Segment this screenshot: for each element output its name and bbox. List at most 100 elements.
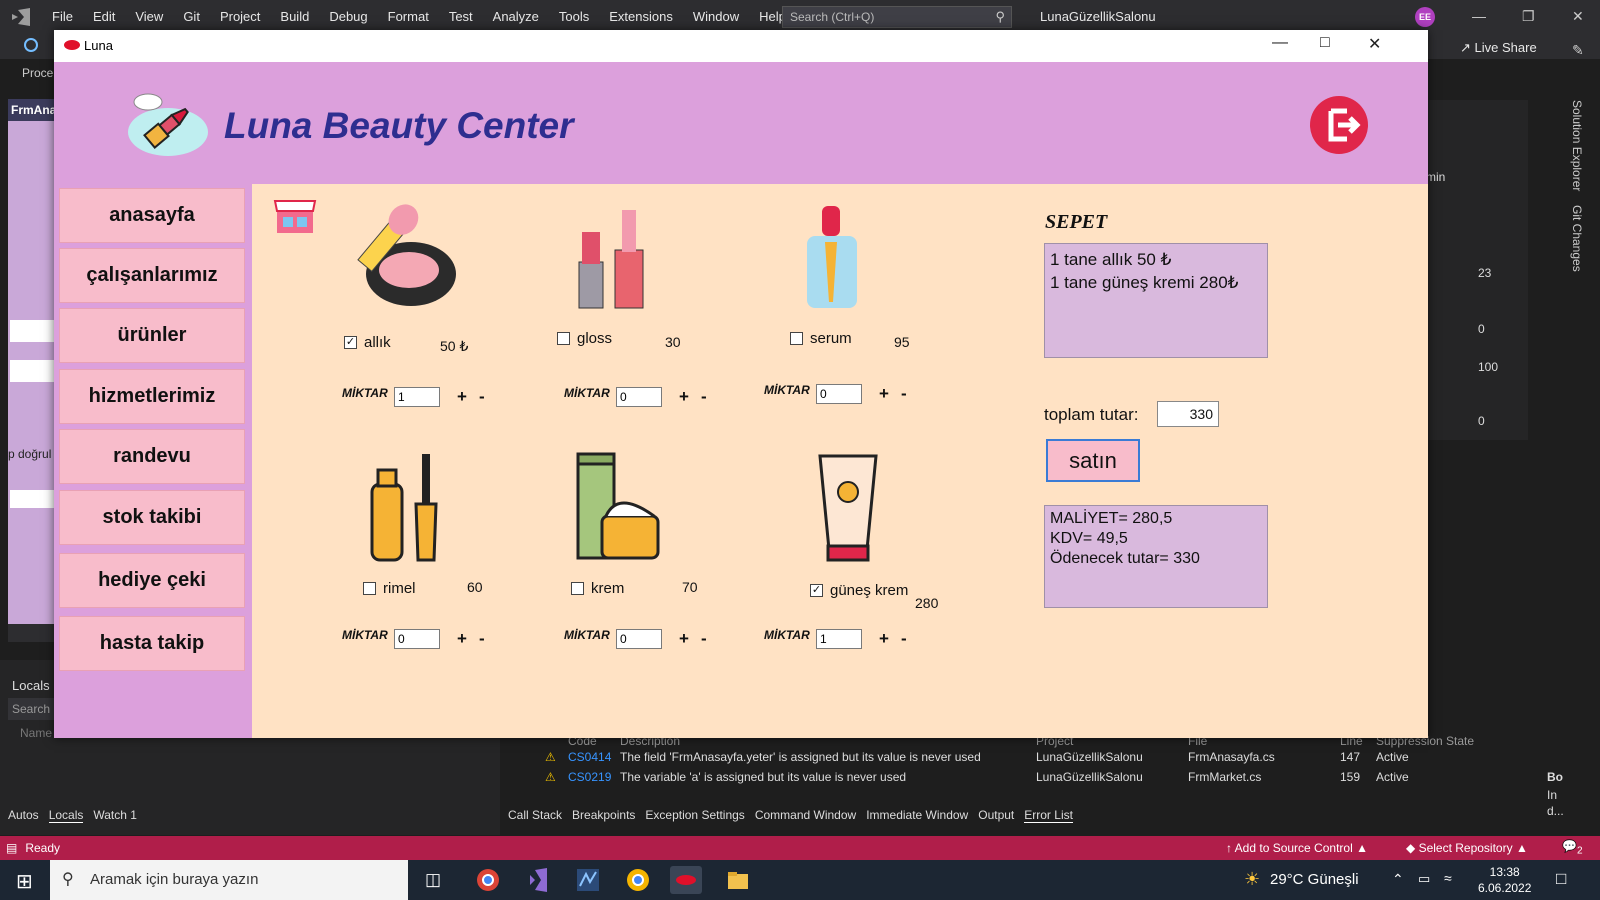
checkbox-krem[interactable] [571,582,584,595]
quantity-input-krem[interactable] [616,629,662,649]
solution-explorer-tab[interactable]: Solution Explorer [1570,100,1584,191]
quantity-input-gloss[interactable] [616,387,662,407]
error-code[interactable]: CS0414 [568,750,611,764]
minus-button[interactable]: - [479,387,485,407]
menu-project[interactable]: Project [210,0,270,33]
product-checkbox-krem[interactable]: krem [571,580,624,597]
tab-error-list[interactable]: Error List [1024,808,1073,823]
menu-file[interactable]: File [42,0,83,33]
menu-test[interactable]: Test [439,0,483,33]
menu-view[interactable]: View [125,0,173,33]
menu-extensions[interactable]: Extensions [599,0,683,33]
taskbar-search-input[interactable]: ⚲ Aramak için buraya yazın [50,860,408,900]
menu-analyze[interactable]: Analyze [483,0,549,33]
wifi-icon[interactable]: ≈ [1444,870,1452,886]
minus-button[interactable]: - [901,384,907,404]
notifications-icon[interactable]: 💬2 [1562,839,1583,856]
menu-tools[interactable]: Tools [549,0,599,33]
error-row[interactable]: ⚠ [545,750,556,764]
minus-button[interactable]: - [479,629,485,649]
designer-tab[interactable]: FrmAna [8,99,54,121]
nav-stok-takibi[interactable]: stok takibi [59,490,245,545]
tab-immediate-window[interactable]: Immediate Window [866,808,968,823]
nav-calisanlarimiz[interactable]: çalışanlarımız [59,248,245,303]
tray-chevron-icon[interactable]: ⌃ [1392,871,1404,888]
quantity-input-rimel[interactable] [394,629,440,649]
quantity-input-gunes-krem[interactable] [816,629,862,649]
minimize-icon[interactable]: — [1272,34,1288,52]
plus-button[interactable]: + [879,629,889,649]
vs-minimize-icon[interactable]: — [1472,8,1486,24]
product-checkbox-gloss[interactable]: gloss [557,330,612,347]
visual-studio-icon[interactable] [522,866,554,894]
add-source-control-button[interactable]: ↑ Add to Source Control ▲ [1226,841,1368,855]
plus-button[interactable]: + [679,629,689,649]
total-amount-input[interactable] [1157,401,1219,427]
quantity-input-allik[interactable] [394,387,440,407]
product-checkbox-rimel[interactable]: rimel [363,580,416,597]
nav-hizmetlerimiz[interactable]: hizmetlerimiz [59,369,245,424]
menu-debug[interactable]: Debug [319,0,377,33]
close-icon[interactable]: ✕ [1368,34,1381,54]
git-changes-tab[interactable]: Git Changes [1570,205,1584,272]
menu-edit[interactable]: Edit [83,0,125,33]
windows-start-icon[interactable]: ⊞ [16,869,33,894]
vs-restore-icon[interactable]: ❐ [1522,8,1535,25]
nav-hasta-takip[interactable]: hasta takip [59,616,245,671]
checkbox-allik[interactable]: ✓ [344,336,357,349]
error-code[interactable]: CS0219 [568,770,611,784]
error-row[interactable]: ⚠ [545,770,556,784]
task-view-icon[interactable]: ◫ [425,870,441,890]
plus-button[interactable]: + [457,629,467,649]
plus-button[interactable]: + [879,384,889,404]
vs-close-icon[interactable]: ✕ [1572,8,1584,25]
battery-icon[interactable]: ▭ [1418,871,1430,887]
nav-randevu[interactable]: randevu [59,429,245,484]
checkbox-serum[interactable] [790,332,803,345]
checkbox-rimel[interactable] [363,582,376,595]
quantity-input-serum[interactable] [816,384,862,404]
summary-listbox[interactable]: MALİYET= 280,5 KDV= 49,5 Ödenecek tutar=… [1044,505,1268,608]
menu-git[interactable]: Git [173,0,210,33]
product-checkbox-gunes-krem[interactable]: ✓ güneş krem [810,582,908,599]
weather-text[interactable]: 29°C Güneşli [1270,871,1359,888]
app-icon[interactable] [572,866,604,894]
tab-command-window[interactable]: Command Window [755,808,856,823]
back-nav-icon[interactable] [24,38,38,52]
buy-button[interactable]: satın [1046,439,1140,482]
tab-output[interactable]: Output [978,808,1014,823]
select-repository-button[interactable]: ◆ Select Repository ▲ [1406,841,1528,855]
minus-button[interactable]: - [701,387,707,407]
chrome-icon[interactable] [472,866,504,894]
tab-autos[interactable]: Autos [8,808,39,823]
menu-build[interactable]: Build [270,0,319,33]
action-center-icon[interactable]: □ [1556,869,1566,889]
taskbar-clock[interactable]: 13:38 6.06.2022 [1478,864,1531,896]
minus-button[interactable]: - [901,629,907,649]
menu-format[interactable]: Format [378,0,439,33]
product-checkbox-allik[interactable]: ✓ allık [344,334,391,351]
checkbox-gunes-krem[interactable]: ✓ [810,584,823,597]
live-share-button[interactable]: ↗ Live Share [1460,40,1537,56]
minus-button[interactable]: - [701,629,707,649]
nav-urunler[interactable]: ürünler [59,308,245,363]
tab-breakpoints[interactable]: Breakpoints [572,808,635,823]
menu-window[interactable]: Window [683,0,749,33]
horizontal-scrollbar[interactable] [8,624,54,642]
file-explorer-icon[interactable] [722,866,754,894]
checkbox-gloss[interactable] [557,332,570,345]
feedback-icon[interactable]: ✎ [1572,42,1584,59]
plus-button[interactable]: + [457,387,467,407]
tab-exception-settings[interactable]: Exception Settings [645,808,744,823]
tab-watch-1[interactable]: Watch 1 [93,808,137,823]
luna-lips-icon[interactable] [670,866,702,894]
logout-button[interactable] [1310,96,1368,154]
product-checkbox-serum[interactable]: serum [790,330,852,347]
chrome-icon[interactable] [622,866,654,894]
tab-call-stack[interactable]: Call Stack [508,808,562,823]
maximize-icon[interactable]: □ [1320,34,1330,52]
cart-listbox[interactable]: 1 tane allık 50 ₺ 1 tane güneş kremi 280… [1044,243,1268,358]
nav-hediye-ceki[interactable]: hediye çeki [59,553,245,608]
tab-locals[interactable]: Locals [48,808,84,823]
nav-anasayfa[interactable]: anasayfa [59,188,245,243]
